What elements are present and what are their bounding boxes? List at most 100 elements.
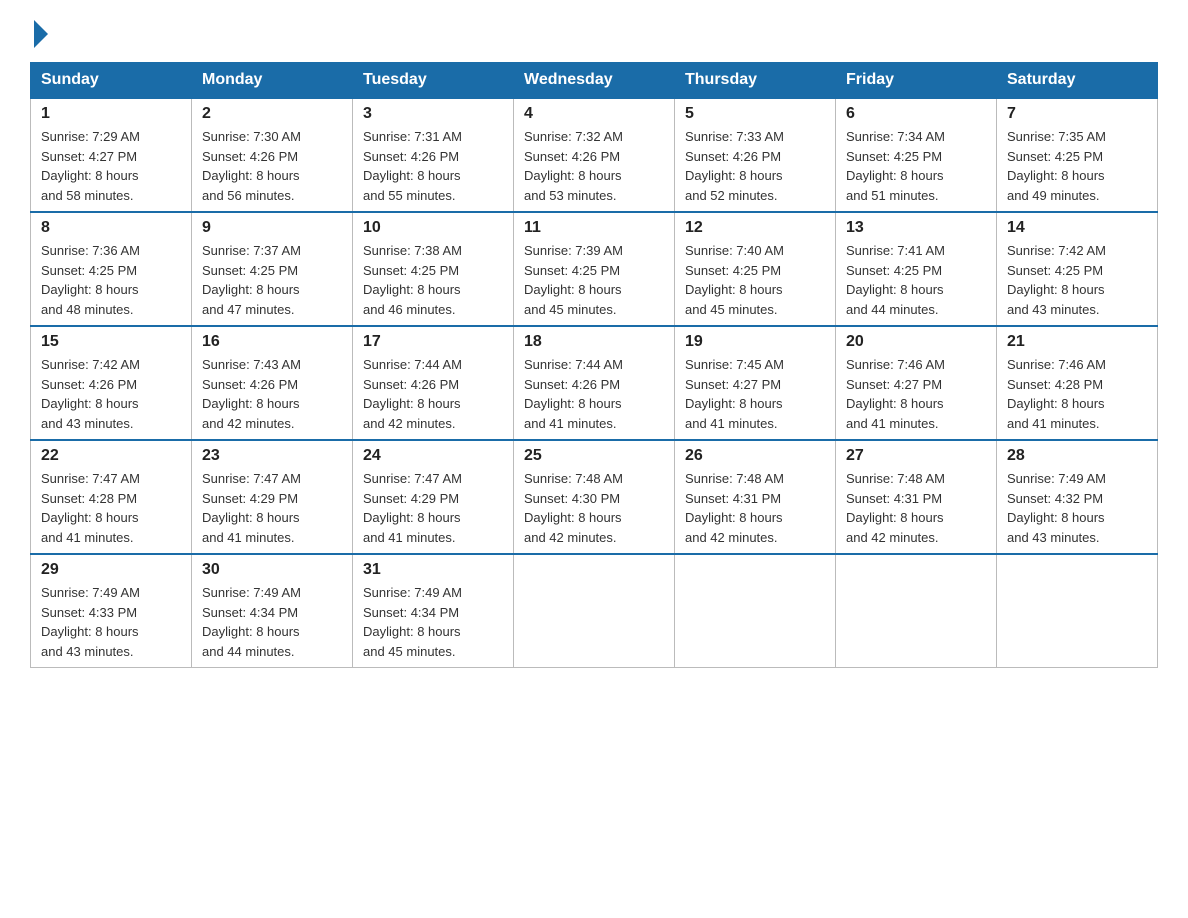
calendar-table: SundayMondayTuesdayWednesdayThursdayFrid…: [30, 62, 1158, 668]
day-number: 18: [524, 333, 664, 351]
table-row: [675, 554, 836, 668]
day-info: Sunrise: 7:46 AM Sunset: 4:28 PM Dayligh…: [1007, 355, 1147, 433]
day-info: Sunrise: 7:34 AM Sunset: 4:25 PM Dayligh…: [846, 127, 986, 205]
day-number: 23: [202, 447, 342, 465]
day-info: Sunrise: 7:39 AM Sunset: 4:25 PM Dayligh…: [524, 241, 664, 319]
table-row: 10 Sunrise: 7:38 AM Sunset: 4:25 PM Dayl…: [353, 212, 514, 326]
day-info: Sunrise: 7:30 AM Sunset: 4:26 PM Dayligh…: [202, 127, 342, 205]
day-info: Sunrise: 7:31 AM Sunset: 4:26 PM Dayligh…: [363, 127, 503, 205]
table-row: 20 Sunrise: 7:46 AM Sunset: 4:27 PM Dayl…: [836, 326, 997, 440]
weekday-header-tuesday: Tuesday: [353, 63, 514, 99]
day-info: Sunrise: 7:47 AM Sunset: 4:28 PM Dayligh…: [41, 469, 181, 547]
weekday-header-friday: Friday: [836, 63, 997, 99]
day-number: 29: [41, 561, 181, 579]
table-row: [836, 554, 997, 668]
table-row: 18 Sunrise: 7:44 AM Sunset: 4:26 PM Dayl…: [514, 326, 675, 440]
logo-arrow-icon: [34, 20, 48, 48]
table-row: 4 Sunrise: 7:32 AM Sunset: 4:26 PM Dayli…: [514, 98, 675, 212]
day-number: 9: [202, 219, 342, 237]
table-row: 16 Sunrise: 7:43 AM Sunset: 4:26 PM Dayl…: [192, 326, 353, 440]
day-number: 15: [41, 333, 181, 351]
day-info: Sunrise: 7:48 AM Sunset: 4:31 PM Dayligh…: [685, 469, 825, 547]
day-number: 13: [846, 219, 986, 237]
table-row: 1 Sunrise: 7:29 AM Sunset: 4:27 PM Dayli…: [31, 98, 192, 212]
weekday-header-monday: Monday: [192, 63, 353, 99]
table-row: 22 Sunrise: 7:47 AM Sunset: 4:28 PM Dayl…: [31, 440, 192, 554]
day-number: 19: [685, 333, 825, 351]
day-info: Sunrise: 7:33 AM Sunset: 4:26 PM Dayligh…: [685, 127, 825, 205]
table-row: 13 Sunrise: 7:41 AM Sunset: 4:25 PM Dayl…: [836, 212, 997, 326]
day-info: Sunrise: 7:47 AM Sunset: 4:29 PM Dayligh…: [363, 469, 503, 547]
day-number: 2: [202, 105, 342, 123]
day-info: Sunrise: 7:47 AM Sunset: 4:29 PM Dayligh…: [202, 469, 342, 547]
table-row: 25 Sunrise: 7:48 AM Sunset: 4:30 PM Dayl…: [514, 440, 675, 554]
weekday-header-saturday: Saturday: [997, 63, 1158, 99]
day-number: 16: [202, 333, 342, 351]
weekday-header-row: SundayMondayTuesdayWednesdayThursdayFrid…: [31, 63, 1158, 99]
day-info: Sunrise: 7:38 AM Sunset: 4:25 PM Dayligh…: [363, 241, 503, 319]
table-row: 14 Sunrise: 7:42 AM Sunset: 4:25 PM Dayl…: [997, 212, 1158, 326]
logo: [30, 20, 48, 42]
day-number: 5: [685, 105, 825, 123]
week-row-2: 8 Sunrise: 7:36 AM Sunset: 4:25 PM Dayli…: [31, 212, 1158, 326]
weekday-header-wednesday: Wednesday: [514, 63, 675, 99]
day-info: Sunrise: 7:48 AM Sunset: 4:31 PM Dayligh…: [846, 469, 986, 547]
page-header: [30, 20, 1158, 42]
table-row: [514, 554, 675, 668]
day-number: 31: [363, 561, 503, 579]
day-info: Sunrise: 7:42 AM Sunset: 4:25 PM Dayligh…: [1007, 241, 1147, 319]
day-number: 14: [1007, 219, 1147, 237]
table-row: 9 Sunrise: 7:37 AM Sunset: 4:25 PM Dayli…: [192, 212, 353, 326]
table-row: 17 Sunrise: 7:44 AM Sunset: 4:26 PM Dayl…: [353, 326, 514, 440]
day-number: 4: [524, 105, 664, 123]
day-info: Sunrise: 7:35 AM Sunset: 4:25 PM Dayligh…: [1007, 127, 1147, 205]
day-number: 3: [363, 105, 503, 123]
day-info: Sunrise: 7:36 AM Sunset: 4:25 PM Dayligh…: [41, 241, 181, 319]
day-number: 1: [41, 105, 181, 123]
day-info: Sunrise: 7:44 AM Sunset: 4:26 PM Dayligh…: [524, 355, 664, 433]
table-row: 23 Sunrise: 7:47 AM Sunset: 4:29 PM Dayl…: [192, 440, 353, 554]
table-row: 8 Sunrise: 7:36 AM Sunset: 4:25 PM Dayli…: [31, 212, 192, 326]
day-info: Sunrise: 7:46 AM Sunset: 4:27 PM Dayligh…: [846, 355, 986, 433]
day-number: 27: [846, 447, 986, 465]
table-row: 30 Sunrise: 7:49 AM Sunset: 4:34 PM Dayl…: [192, 554, 353, 668]
day-number: 8: [41, 219, 181, 237]
table-row: 3 Sunrise: 7:31 AM Sunset: 4:26 PM Dayli…: [353, 98, 514, 212]
day-number: 20: [846, 333, 986, 351]
table-row: 29 Sunrise: 7:49 AM Sunset: 4:33 PM Dayl…: [31, 554, 192, 668]
table-row: 31 Sunrise: 7:49 AM Sunset: 4:34 PM Dayl…: [353, 554, 514, 668]
day-info: Sunrise: 7:49 AM Sunset: 4:32 PM Dayligh…: [1007, 469, 1147, 547]
day-number: 12: [685, 219, 825, 237]
day-info: Sunrise: 7:40 AM Sunset: 4:25 PM Dayligh…: [685, 241, 825, 319]
table-row: 15 Sunrise: 7:42 AM Sunset: 4:26 PM Dayl…: [31, 326, 192, 440]
table-row: 2 Sunrise: 7:30 AM Sunset: 4:26 PM Dayli…: [192, 98, 353, 212]
day-number: 28: [1007, 447, 1147, 465]
day-info: Sunrise: 7:44 AM Sunset: 4:26 PM Dayligh…: [363, 355, 503, 433]
day-number: 25: [524, 447, 664, 465]
day-number: 22: [41, 447, 181, 465]
day-info: Sunrise: 7:37 AM Sunset: 4:25 PM Dayligh…: [202, 241, 342, 319]
day-number: 17: [363, 333, 503, 351]
table-row: 27 Sunrise: 7:48 AM Sunset: 4:31 PM Dayl…: [836, 440, 997, 554]
day-info: Sunrise: 7:49 AM Sunset: 4:34 PM Dayligh…: [363, 583, 503, 661]
day-number: 11: [524, 219, 664, 237]
table-row: 24 Sunrise: 7:47 AM Sunset: 4:29 PM Dayl…: [353, 440, 514, 554]
table-row: 5 Sunrise: 7:33 AM Sunset: 4:26 PM Dayli…: [675, 98, 836, 212]
day-info: Sunrise: 7:29 AM Sunset: 4:27 PM Dayligh…: [41, 127, 181, 205]
day-number: 21: [1007, 333, 1147, 351]
day-number: 10: [363, 219, 503, 237]
day-info: Sunrise: 7:42 AM Sunset: 4:26 PM Dayligh…: [41, 355, 181, 433]
table-row: 6 Sunrise: 7:34 AM Sunset: 4:25 PM Dayli…: [836, 98, 997, 212]
day-info: Sunrise: 7:49 AM Sunset: 4:34 PM Dayligh…: [202, 583, 342, 661]
day-info: Sunrise: 7:45 AM Sunset: 4:27 PM Dayligh…: [685, 355, 825, 433]
weekday-header-sunday: Sunday: [31, 63, 192, 99]
table-row: [997, 554, 1158, 668]
day-number: 6: [846, 105, 986, 123]
table-row: 19 Sunrise: 7:45 AM Sunset: 4:27 PM Dayl…: [675, 326, 836, 440]
table-row: 11 Sunrise: 7:39 AM Sunset: 4:25 PM Dayl…: [514, 212, 675, 326]
day-info: Sunrise: 7:48 AM Sunset: 4:30 PM Dayligh…: [524, 469, 664, 547]
day-info: Sunrise: 7:49 AM Sunset: 4:33 PM Dayligh…: [41, 583, 181, 661]
week-row-3: 15 Sunrise: 7:42 AM Sunset: 4:26 PM Dayl…: [31, 326, 1158, 440]
week-row-4: 22 Sunrise: 7:47 AM Sunset: 4:28 PM Dayl…: [31, 440, 1158, 554]
day-info: Sunrise: 7:41 AM Sunset: 4:25 PM Dayligh…: [846, 241, 986, 319]
